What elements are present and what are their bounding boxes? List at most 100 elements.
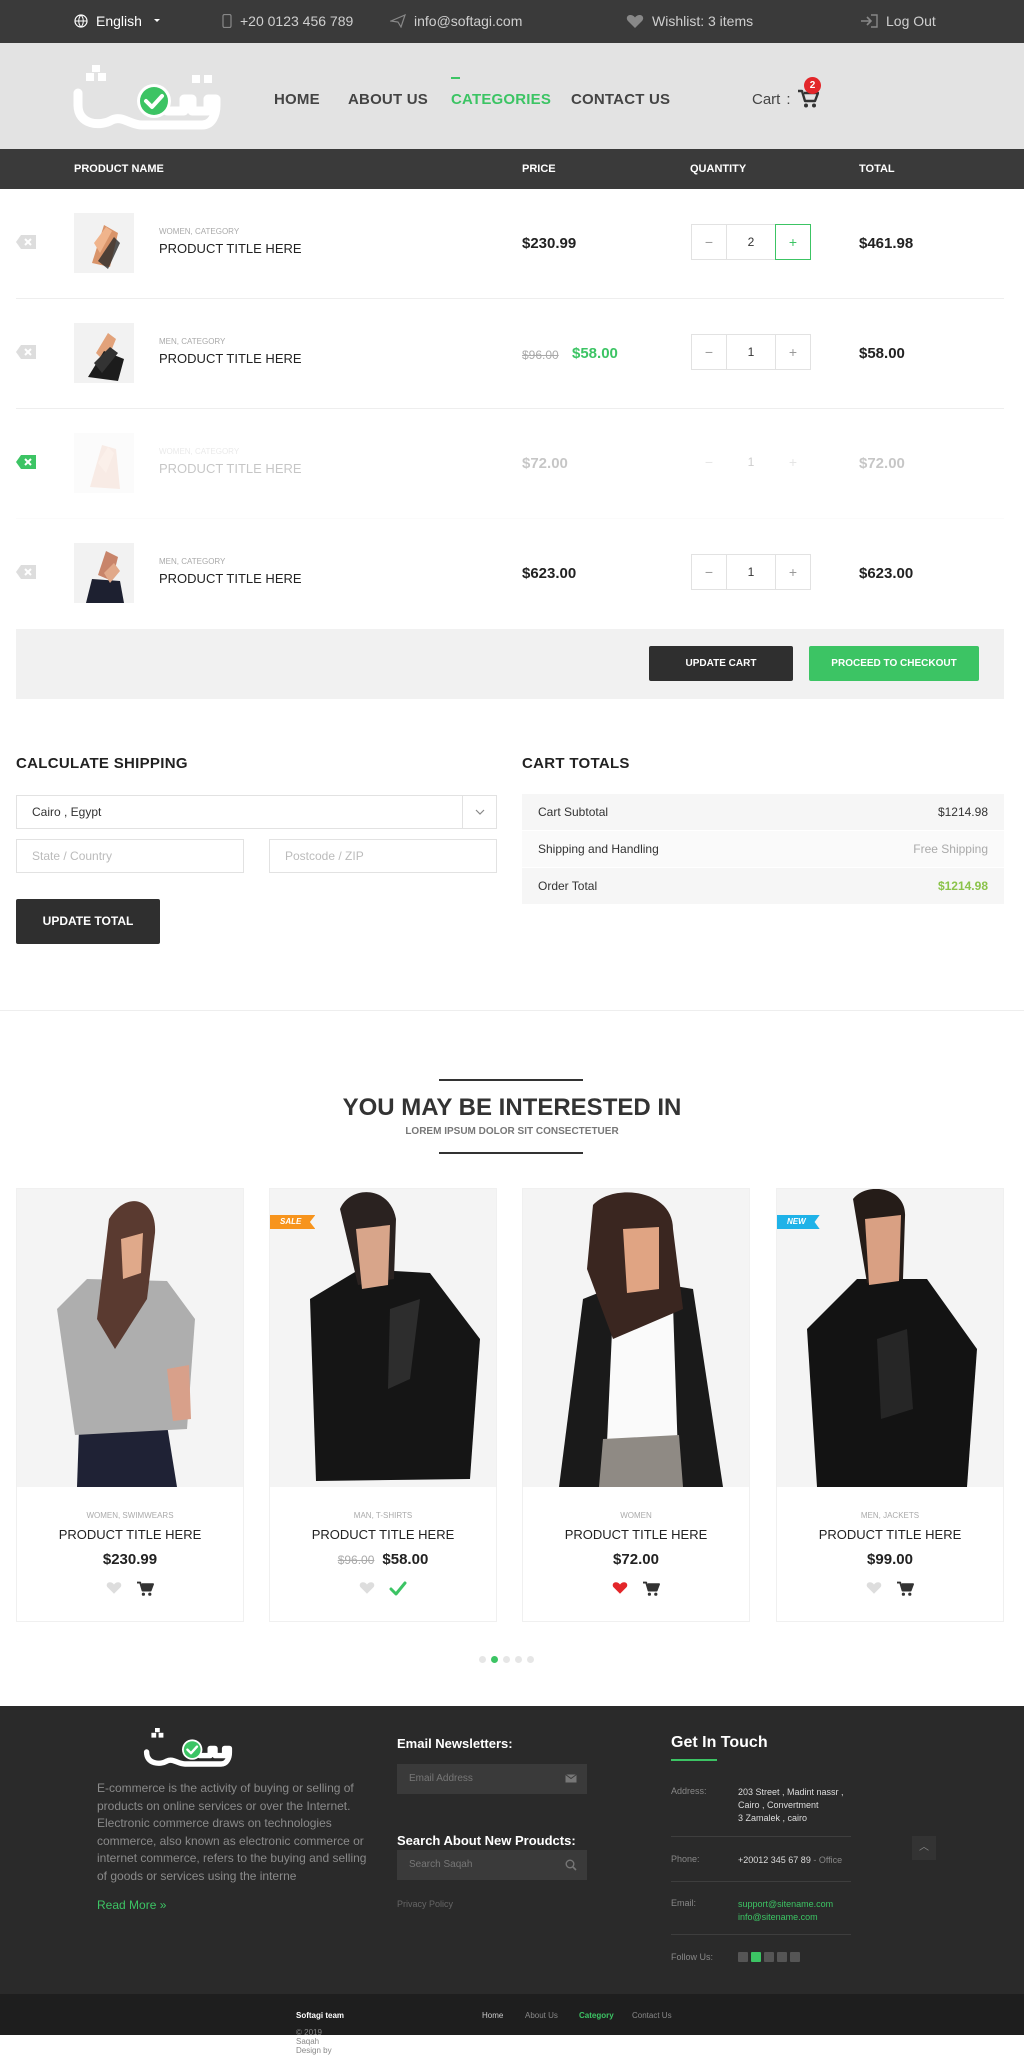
- carousel-dot[interactable]: [515, 1656, 522, 1663]
- qty-minus-button[interactable]: −: [691, 554, 727, 590]
- scroll-to-top-button[interactable]: ︿: [912, 1836, 936, 1860]
- qty-input[interactable]: 2: [727, 224, 775, 260]
- linkedin-icon[interactable]: [777, 1952, 787, 1962]
- add-to-cart-icon[interactable]: [136, 1581, 154, 1597]
- added-to-cart-check-icon[interactable]: [389, 1581, 407, 1597]
- envelope-icon[interactable]: [565, 1774, 577, 1783]
- mobile-icon: [222, 14, 232, 28]
- product-price: $72.00: [522, 455, 568, 472]
- bottom-link-home[interactable]: Home: [482, 2011, 503, 2020]
- add-to-cart-icon[interactable]: [896, 1581, 914, 1597]
- logout-link[interactable]: Log Out: [860, 13, 936, 29]
- qty-minus-button[interactable]: −: [691, 444, 727, 480]
- read-more-link[interactable]: Read More »: [97, 1898, 166, 1912]
- shipping-title: CALCULATE SHIPPING: [16, 755, 188, 772]
- bottom-link-contact[interactable]: Contact Us: [632, 2011, 672, 2020]
- title-line-top: [439, 1079, 583, 1081]
- proceed-checkout-button[interactable]: PROCEED TO CHECKOUT: [809, 646, 979, 681]
- state-country-input[interactable]: State / Country: [16, 839, 244, 873]
- newsletter-email-input[interactable]: Email Address: [397, 1764, 587, 1794]
- product-thumbnail[interactable]: [74, 433, 134, 493]
- order-total-row: Order Total $1214.98: [522, 868, 1004, 904]
- update-total-button[interactable]: UPDATE TOTAL: [16, 899, 160, 944]
- product-card[interactable]: SALE MAN, T-SHIRTS PRODUCT TITLE HERE $9…: [269, 1188, 497, 1622]
- carousel-dot-active[interactable]: [491, 1656, 498, 1663]
- product-title[interactable]: PRODUCT TITLE HERE: [159, 351, 302, 366]
- heart-icon[interactable]: [106, 1581, 122, 1595]
- product-card[interactable]: NEW MEN, JACKETS PRODUCT TITLE HERE $99.…: [776, 1188, 1004, 1622]
- product-thumbnail[interactable]: [74, 323, 134, 383]
- contact-separator: [671, 1881, 851, 1882]
- add-to-cart-icon[interactable]: [642, 1581, 660, 1597]
- product-price: $72.00: [613, 1551, 659, 1568]
- google-plus-icon[interactable]: [764, 1952, 774, 1962]
- info-email-link[interactable]: info@sitename.com: [738, 1911, 818, 1924]
- shipping-row: Shipping and Handling Free Shipping: [522, 831, 1004, 867]
- instagram-icon[interactable]: [790, 1952, 800, 1962]
- facebook-icon[interactable]: [738, 1952, 748, 1962]
- bottom-link-category[interactable]: Category: [579, 2011, 614, 2020]
- team-link[interactable]: Softagi team: [296, 2011, 344, 2020]
- update-cart-button[interactable]: UPDATE CART: [649, 646, 793, 681]
- qty-minus-button[interactable]: −: [691, 224, 727, 260]
- remove-item-icon[interactable]: [16, 565, 36, 579]
- product-image[interactable]: SALE: [270, 1189, 496, 1487]
- qty-plus-button[interactable]: +: [775, 554, 811, 590]
- product-thumbnail[interactable]: [74, 543, 134, 603]
- postcode-input[interactable]: Postcode / ZIP: [269, 839, 497, 873]
- product-image[interactable]: NEW: [777, 1189, 1003, 1487]
- support-email-link[interactable]: support@sitename.com: [738, 1898, 833, 1911]
- footer-search-input[interactable]: Search Saqah: [397, 1850, 587, 1880]
- phone-number: +20012 345 67 89: [738, 1855, 811, 1865]
- qty-plus-button[interactable]: +: [775, 334, 811, 370]
- nav-contact[interactable]: CONTACT US: [571, 91, 670, 108]
- shipping-value: Free Shipping: [913, 842, 988, 856]
- heart-filled-icon[interactable]: [612, 1581, 628, 1595]
- site-logo[interactable]: [72, 65, 222, 135]
- remove-item-icon[interactable]: [16, 235, 36, 249]
- product-title[interactable]: PRODUCT TITLE HERE: [17, 1527, 243, 1542]
- carousel-dot[interactable]: [503, 1656, 510, 1663]
- cart-link[interactable]: Cart: 2: [752, 77, 821, 109]
- email-info[interactable]: info@softagi.com: [390, 13, 522, 29]
- product-title[interactable]: PRODUCT TITLE HERE: [777, 1527, 1003, 1542]
- product-card[interactable]: WOMEN PRODUCT TITLE HERE $72.00: [522, 1188, 750, 1622]
- product-thumbnail[interactable]: [74, 213, 134, 273]
- carousel-dot[interactable]: [479, 1656, 486, 1663]
- nav-home[interactable]: HOME: [274, 91, 320, 108]
- product-image[interactable]: [523, 1189, 749, 1487]
- heart-icon[interactable]: [359, 1581, 375, 1595]
- qty-input[interactable]: 1: [727, 554, 775, 590]
- heart-icon[interactable]: [866, 1581, 882, 1595]
- search-title: Search About New Proudcts:: [397, 1833, 576, 1848]
- product-title[interactable]: PRODUCT TITLE HERE: [523, 1527, 749, 1542]
- language-selector[interactable]: English: [74, 13, 164, 29]
- carousel-dot[interactable]: [527, 1656, 534, 1663]
- language-label: English: [96, 13, 142, 29]
- footer-logo[interactable]: [140, 1728, 236, 1775]
- qty-plus-button[interactable]: +: [775, 224, 811, 260]
- product-image[interactable]: [17, 1189, 243, 1487]
- product-card[interactable]: WOMEN, SWIMWEARS PRODUCT TITLE HERE $230…: [16, 1188, 244, 1622]
- search-icon[interactable]: [565, 1859, 577, 1871]
- product-title[interactable]: PRODUCT TITLE HERE: [270, 1527, 496, 1542]
- product-category: MEN, CATEGORY: [159, 557, 226, 566]
- product-title[interactable]: PRODUCT TITLE HERE: [159, 461, 302, 476]
- product-category: MEN, CATEGORY: [159, 337, 226, 346]
- bottom-link-about[interactable]: About Us: [525, 2011, 558, 2020]
- nav-categories[interactable]: CATEGORIES: [451, 77, 551, 108]
- qty-minus-button[interactable]: −: [691, 334, 727, 370]
- privacy-policy-link[interactable]: Privacy Policy: [397, 1899, 453, 1909]
- product-price: $623.00: [522, 565, 577, 582]
- qty-input[interactable]: 1: [727, 334, 775, 370]
- twitter-icon[interactable]: [751, 1952, 761, 1962]
- product-title[interactable]: PRODUCT TITLE HERE: [159, 571, 302, 586]
- product-title[interactable]: PRODUCT TITLE HERE: [159, 241, 302, 256]
- wishlist-link[interactable]: Wishlist: 3 items: [626, 13, 753, 29]
- country-select[interactable]: Cairo , Egypt: [16, 795, 497, 829]
- qty-input[interactable]: 1: [727, 444, 775, 480]
- nav-about[interactable]: ABOUT US: [348, 91, 428, 108]
- qty-plus-button[interactable]: +: [775, 444, 811, 480]
- remove-item-icon[interactable]: [16, 345, 36, 359]
- phone-note: - Office: [810, 1855, 843, 1865]
